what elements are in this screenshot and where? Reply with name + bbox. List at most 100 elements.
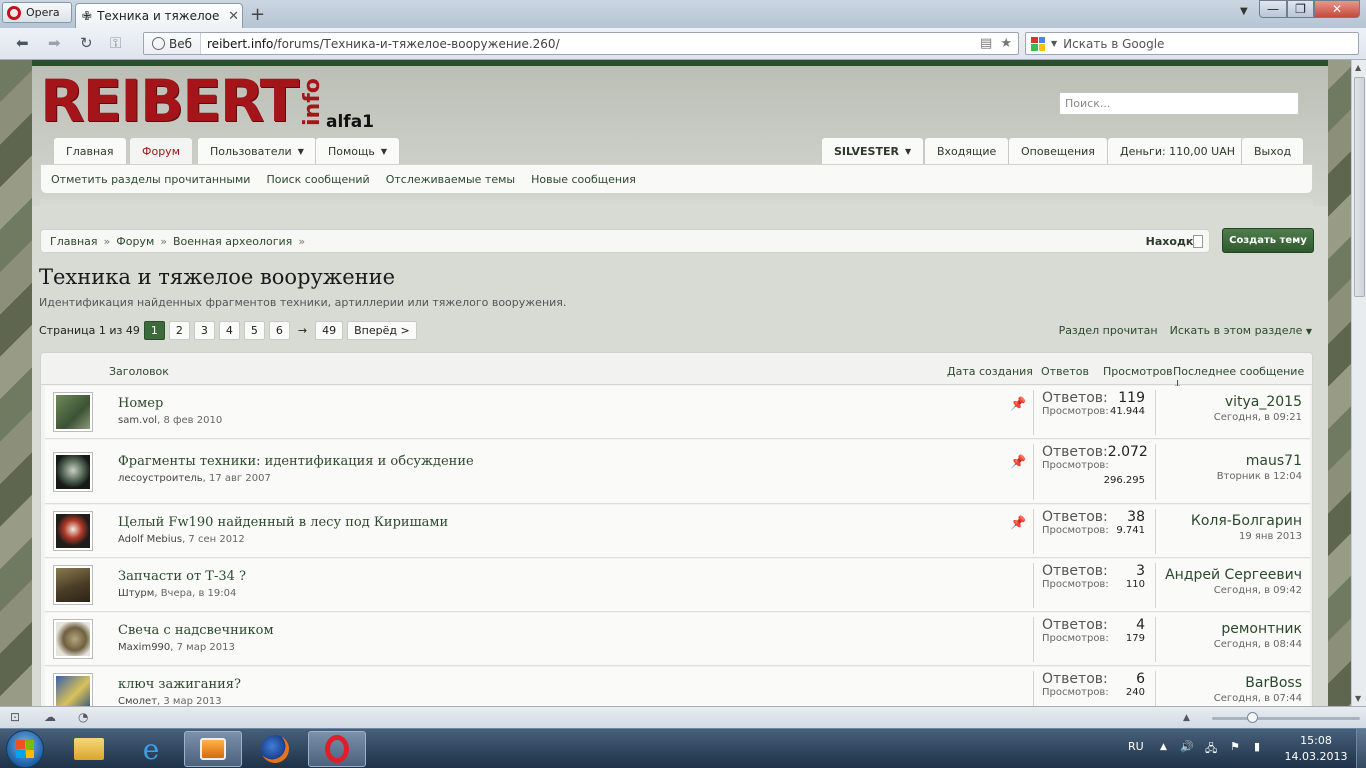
address-bar[interactable]: Веб reibert.info/forums/Техника-и-тяжело… bbox=[143, 32, 1019, 55]
last-post-user[interactable]: maus71 bbox=[1217, 453, 1302, 469]
last-post-date[interactable]: 19 янв 2013 bbox=[1191, 531, 1302, 542]
breadcrumb-forum[interactable]: Форум bbox=[116, 235, 154, 248]
thread-row[interactable]: Номер sam.vol, 8 фев 2010 📌 Ответов: 119 … bbox=[45, 386, 1310, 439]
subnav-new-messages[interactable]: Новые сообщения bbox=[531, 173, 636, 186]
opera-taskbar-icon[interactable] bbox=[308, 731, 366, 767]
thread-row[interactable]: Целый Fw190 найденный в лесу под Киришам… bbox=[45, 505, 1310, 558]
browser-tab[interactable]: ✙ Техника и тяжелое во... ✕ bbox=[75, 3, 243, 28]
search-forum-link[interactable]: Искать в этом разделе ▼ bbox=[1170, 324, 1312, 337]
opera-menu-button[interactable]: Opera bbox=[2, 2, 72, 23]
nav-tab-users[interactable]: Пользователи ▼ bbox=[197, 137, 317, 164]
create-thread-button[interactable]: Создать тему bbox=[1222, 228, 1314, 253]
subnav-search-messages[interactable]: Поиск сообщений bbox=[266, 173, 369, 186]
subnav-mark-read[interactable]: Отметить разделы прочитанными bbox=[51, 173, 250, 186]
last-post-user[interactable]: Андрей Сергеевич bbox=[1165, 567, 1302, 583]
window-maximize-button[interactable]: ❐ bbox=[1287, 0, 1314, 18]
internet-explorer-taskbar-icon[interactable]: e bbox=[122, 731, 180, 767]
nav-tab-forum[interactable]: Форум bbox=[129, 137, 193, 164]
page-link[interactable]: 4 bbox=[218, 321, 240, 340]
page-icon[interactable] bbox=[1193, 235, 1203, 248]
window-close-button[interactable]: ✕ bbox=[1314, 0, 1360, 18]
address-prefix[interactable]: Веб bbox=[144, 33, 202, 54]
thread-author[interactable]: Штурм bbox=[118, 588, 154, 599]
thread-author[interactable]: sam.vol bbox=[118, 415, 157, 426]
network-icon[interactable]: 🖧 bbox=[1205, 740, 1217, 759]
alerts-link[interactable]: Оповещения bbox=[1008, 137, 1108, 164]
account-menu[interactable]: SILVESTER ▼ bbox=[821, 137, 925, 164]
thread-author[interactable]: Adolf Mebius bbox=[118, 534, 182, 545]
explorer-taskbar-icon[interactable] bbox=[60, 731, 118, 767]
thread-title[interactable]: Запчасти от Т-34 ? bbox=[118, 569, 246, 584]
last-post-date[interactable]: Вторник в 12:04 bbox=[1217, 471, 1302, 482]
reload-icon[interactable]: ↻ bbox=[80, 34, 93, 52]
money-link[interactable]: Деньги: 110,00 UAH bbox=[1107, 137, 1249, 164]
address-url[interactable]: reibert.info/forums/Техника-и-тяжелое-во… bbox=[201, 37, 560, 51]
column-replies[interactable]: Ответов bbox=[1041, 365, 1089, 378]
back-arrow-icon[interactable]: ⬅ bbox=[16, 34, 29, 52]
window-minimize-button[interactable]: — bbox=[1259, 0, 1287, 18]
tab-menu-icon[interactable]: ▼ bbox=[1240, 6, 1248, 17]
page-jump-arrow-icon[interactable]: → bbox=[294, 324, 311, 337]
volume-icon[interactable]: 🔊 bbox=[1180, 740, 1194, 753]
last-post-user[interactable]: vitya_2015 bbox=[1214, 394, 1302, 410]
google-search-field[interactable]: ▼ Искать в Google bbox=[1025, 32, 1359, 55]
turbo-icon[interactable]: ◔ bbox=[78, 710, 88, 724]
thread-row[interactable]: ключ зажигания? Смолет, 3 мар 2013 Ответ… bbox=[45, 667, 1310, 706]
tab-close-icon[interactable]: ✕ bbox=[228, 9, 239, 24]
thread-author[interactable]: Смолет bbox=[118, 696, 157, 706]
mark-forum-read-link[interactable]: Раздел прочитан bbox=[1059, 324, 1158, 337]
page-link[interactable]: 6 bbox=[268, 321, 290, 340]
show-desktop-button[interactable] bbox=[1356, 729, 1366, 768]
nav-tab-home[interactable]: Главная bbox=[53, 137, 127, 164]
thread-author[interactable]: Maxim990 bbox=[118, 642, 170, 653]
search-engine-chevron-icon[interactable]: ▼ bbox=[1051, 39, 1057, 48]
last-post-date[interactable]: Сегодня, в 08:44 bbox=[1214, 639, 1302, 650]
system-clock[interactable]: 15:08 14.03.2013 bbox=[1282, 733, 1350, 765]
last-post-user[interactable]: Коля-Болгарин bbox=[1191, 513, 1302, 529]
zoom-menu-icon[interactable]: ▲ bbox=[1183, 713, 1190, 723]
thread-title[interactable]: Фрагменты техники: идентификация и обсуж… bbox=[118, 454, 474, 469]
avatar[interactable] bbox=[53, 511, 93, 551]
thread-title[interactable]: Номер bbox=[118, 396, 163, 411]
page-link[interactable]: 2 bbox=[168, 321, 190, 340]
avatar[interactable] bbox=[53, 452, 93, 492]
logout-link[interactable]: Выход bbox=[1241, 137, 1305, 164]
scroll-down-icon[interactable]: ▼ bbox=[1355, 694, 1361, 703]
nav-tab-help[interactable]: Помощь ▼ bbox=[315, 137, 401, 164]
firefox-taskbar-icon[interactable] bbox=[246, 731, 304, 767]
start-button[interactable] bbox=[6, 730, 44, 768]
subnav-watched-threads[interactable]: Отслеживаемые темы bbox=[386, 173, 515, 186]
language-indicator[interactable]: RU bbox=[1128, 740, 1144, 753]
last-post-date[interactable]: Сегодня, в 09:42 bbox=[1165, 585, 1302, 596]
scrollbar-thumb[interactable] bbox=[1354, 77, 1365, 297]
breadcrumb-category[interactable]: Военная археология bbox=[173, 235, 292, 248]
power-icon[interactable]: ▮ bbox=[1254, 740, 1260, 753]
panel-toggle-icon[interactable]: ⊡ bbox=[10, 710, 20, 724]
avatar[interactable] bbox=[53, 619, 93, 659]
last-post-date[interactable]: Сегодня, в 07:44 bbox=[1214, 693, 1302, 704]
thread-row[interactable]: Фрагменты техники: идентификация и обсуж… bbox=[45, 440, 1310, 504]
column-created[interactable]: Дата создания bbox=[947, 365, 1033, 378]
site-logo[interactable]: REIBERT bbox=[40, 72, 299, 130]
page-link[interactable]: 5 bbox=[243, 321, 265, 340]
site-search-input[interactable]: Поиск... bbox=[1059, 92, 1299, 115]
avatar[interactable] bbox=[53, 392, 93, 432]
avatar[interactable] bbox=[53, 673, 93, 706]
bookmark-star-icon[interactable]: ★ bbox=[1000, 36, 1012, 51]
column-title[interactable]: Заголовок bbox=[109, 365, 169, 378]
thread-row[interactable]: Запчасти от Т-34 ? Штурм, Вчера, в 19:04… bbox=[45, 559, 1310, 612]
avatar[interactable] bbox=[53, 565, 93, 605]
new-tab-button[interactable]: + bbox=[250, 4, 265, 25]
media-player-taskbar-icon[interactable] bbox=[184, 731, 242, 767]
page-link-current[interactable]: 1 bbox=[143, 321, 165, 340]
key-icon[interactable]: ⚿ bbox=[110, 34, 121, 52]
thread-title[interactable]: Целый Fw190 найденный в лесу под Киришам… bbox=[118, 515, 448, 530]
zoom-slider[interactable] bbox=[1212, 712, 1360, 723]
thread-author[interactable]: лесоустроитель bbox=[118, 473, 203, 484]
last-post-user[interactable]: BarBoss bbox=[1214, 675, 1302, 691]
next-page-button[interactable]: Вперёд > bbox=[347, 321, 417, 340]
opera-unite-icon[interactable]: ☁ bbox=[44, 710, 56, 724]
page-scrollbar[interactable]: ▲ ▼ bbox=[1351, 60, 1366, 706]
tray-expand-icon[interactable]: ▲ bbox=[1160, 742, 1167, 752]
breadcrumb-home[interactable]: Главная bbox=[50, 235, 98, 248]
